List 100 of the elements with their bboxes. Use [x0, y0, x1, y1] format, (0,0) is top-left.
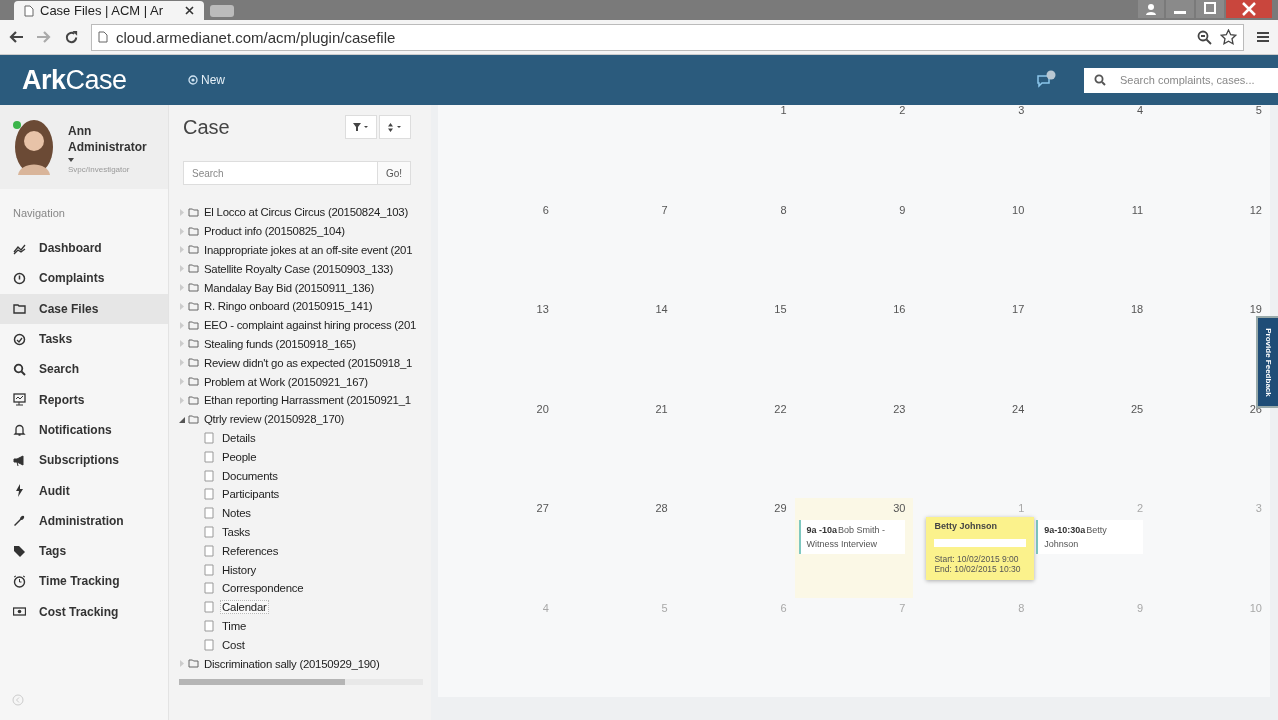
expand-arrow-icon[interactable]: [179, 227, 185, 235]
browser-tab[interactable]: Case Files | ACM | Ar: [14, 1, 204, 20]
maximize-icon[interactable]: [1196, 0, 1224, 18]
case-item[interactable]: Stealing funds (20150918_165): [204, 337, 356, 350]
collapse-arrow-icon[interactable]: [179, 415, 185, 423]
star-icon[interactable]: [1220, 29, 1237, 45]
nav-item[interactable]: Audit: [0, 475, 168, 506]
day-number: 12: [1249, 203, 1262, 216]
case-section-item[interactable]: Tasks: [220, 524, 253, 539]
case-section-item[interactable]: History: [220, 562, 259, 577]
filter-button[interactable]: [345, 115, 377, 139]
feedback-tab[interactable]: Provide Feedback: [1256, 316, 1278, 408]
avatar[interactable]: [14, 119, 54, 175]
new-button[interactable]: New: [184, 69, 229, 91]
day-number: 13: [536, 303, 549, 315]
case-section-item[interactable]: Calendar: [220, 600, 269, 615]
nav-item[interactable]: Complaints: [0, 263, 168, 294]
case-item[interactable]: EEO - complaint against hiring process (201: [204, 319, 417, 332]
nav-item[interactable]: Search: [0, 354, 168, 385]
case-section-item[interactable]: Details: [220, 430, 258, 445]
case-item[interactable]: Discrimination sally (20150929_190): [204, 657, 380, 670]
nav-item[interactable]: Time Tracking: [0, 566, 168, 597]
nav-item[interactable]: Notifications: [0, 414, 168, 446]
horizontal-scrollbar[interactable]: [179, 678, 423, 685]
folder-icon: [188, 414, 199, 424]
case-section-item[interactable]: People: [220, 449, 259, 464]
folder-icon: [188, 320, 199, 330]
caret-icon[interactable]: [68, 158, 74, 162]
user-icon[interactable]: [1138, 0, 1164, 18]
logo[interactable]: ArkCase: [0, 64, 168, 96]
folder-icon: [188, 339, 199, 349]
zoom-icon[interactable]: [1197, 29, 1212, 45]
case-section-item[interactable]: Correspondence: [220, 581, 306, 596]
nav-item[interactable]: Reports: [0, 384, 168, 415]
expand-arrow-icon[interactable]: [179, 396, 185, 404]
document-icon: [204, 619, 214, 632]
menu-icon[interactable]: [1256, 30, 1270, 44]
document-icon: [204, 525, 214, 538]
calendar-event[interactable]: 9a-10:30aBetty Johnson: [1036, 520, 1144, 554]
day-number: 5: [1255, 105, 1262, 116]
go-button[interactable]: Go!: [378, 161, 411, 185]
nav-item[interactable]: Tags: [0, 535, 168, 567]
expand-arrow-icon[interactable]: [179, 321, 185, 329]
case-section-item[interactable]: Cost: [220, 637, 247, 652]
reload-icon[interactable]: [64, 29, 79, 45]
case-section-item[interactable]: Participants: [220, 487, 282, 502]
day-number: 14: [655, 303, 668, 315]
expand-arrow-icon[interactable]: [179, 284, 185, 292]
day-number: 21: [655, 402, 668, 415]
case-section-item[interactable]: References: [220, 543, 281, 558]
case-item[interactable]: Problem at Work (20150921_167): [204, 375, 368, 388]
expand-arrow-icon[interactable]: [179, 359, 185, 367]
address-bar[interactable]: cloud.armedianet.com/acm/plugin/casefile: [91, 23, 1244, 51]
forward-icon[interactable]: [36, 30, 52, 44]
case-section-item[interactable]: Time: [220, 618, 249, 633]
day-number: 2: [1137, 502, 1144, 514]
nav-item[interactable]: Dashboard: [0, 233, 168, 264]
nav-item[interactable]: Tasks: [0, 323, 168, 355]
info-circle-icon: [13, 271, 26, 285]
case-item[interactable]: Mandalay Bay Bid (20150911_136): [204, 281, 374, 294]
close-icon[interactable]: [185, 6, 194, 15]
expand-arrow-icon[interactable]: [179, 208, 185, 216]
expand-arrow-icon[interactable]: [179, 265, 185, 273]
day-number: 28: [655, 502, 668, 514]
panel-title: Case: [183, 115, 230, 139]
minimize-icon[interactable]: [1166, 0, 1194, 18]
case-item[interactable]: Inappropriate jokes at an off-site event (201: [204, 244, 413, 256]
case-item[interactable]: R. Ringo onboard (20150915_141): [204, 300, 373, 313]
expand-arrow-icon[interactable]: [179, 246, 185, 254]
day-number: 16: [893, 303, 906, 315]
expand-arrow-icon[interactable]: [179, 302, 185, 310]
day-number: 8: [780, 203, 787, 216]
bell-icon: [13, 423, 26, 437]
case-section-item[interactable]: Documents: [220, 468, 280, 483]
nav-item[interactable]: Case Files: [0, 293, 168, 324]
back-icon[interactable]: [8, 30, 24, 44]
calendar-event[interactable]: 9a -10aBob Smith - Witness Interview: [798, 520, 906, 554]
folder-icon: [188, 207, 199, 217]
page-icon: [24, 4, 34, 17]
nav-item[interactable]: Cost Tracking: [0, 596, 168, 627]
expand-arrow-icon[interactable]: [179, 378, 185, 386]
user-name[interactable]: Ann Administrator: [68, 123, 168, 155]
close-window-icon[interactable]: [1226, 0, 1272, 18]
case-item[interactable]: Qtrly review (20150928_170): [204, 413, 345, 426]
global-search-field[interactable]: Search complaints, cases...: [1116, 67, 1278, 93]
day-number: 1: [780, 105, 787, 116]
search-field[interactable]: Search: [183, 161, 378, 185]
case-item[interactable]: Ethan reporting Harrassment (20150921_1: [204, 394, 411, 407]
tag-icon: [13, 544, 26, 558]
case-item[interactable]: Review didn't go as expected (20150918_1: [204, 356, 413, 369]
case-section-item[interactable]: Notes: [220, 506, 253, 521]
search-icon[interactable]: [1084, 67, 1116, 93]
case-item[interactable]: Product info (20150825_104): [204, 225, 345, 238]
chat-icon[interactable]: [1036, 70, 1058, 90]
nav-item[interactable]: Administration: [0, 505, 168, 536]
expand-arrow-icon[interactable]: [179, 660, 185, 667]
case-item[interactable]: Satellite Royalty Case (20150903_133): [204, 262, 393, 275]
case-item[interactable]: El Locco at Circus Circus (20150824_103): [204, 206, 408, 219]
expand-arrow-icon[interactable]: [179, 340, 185, 348]
nav-item[interactable]: Subscriptions: [0, 445, 168, 476]
